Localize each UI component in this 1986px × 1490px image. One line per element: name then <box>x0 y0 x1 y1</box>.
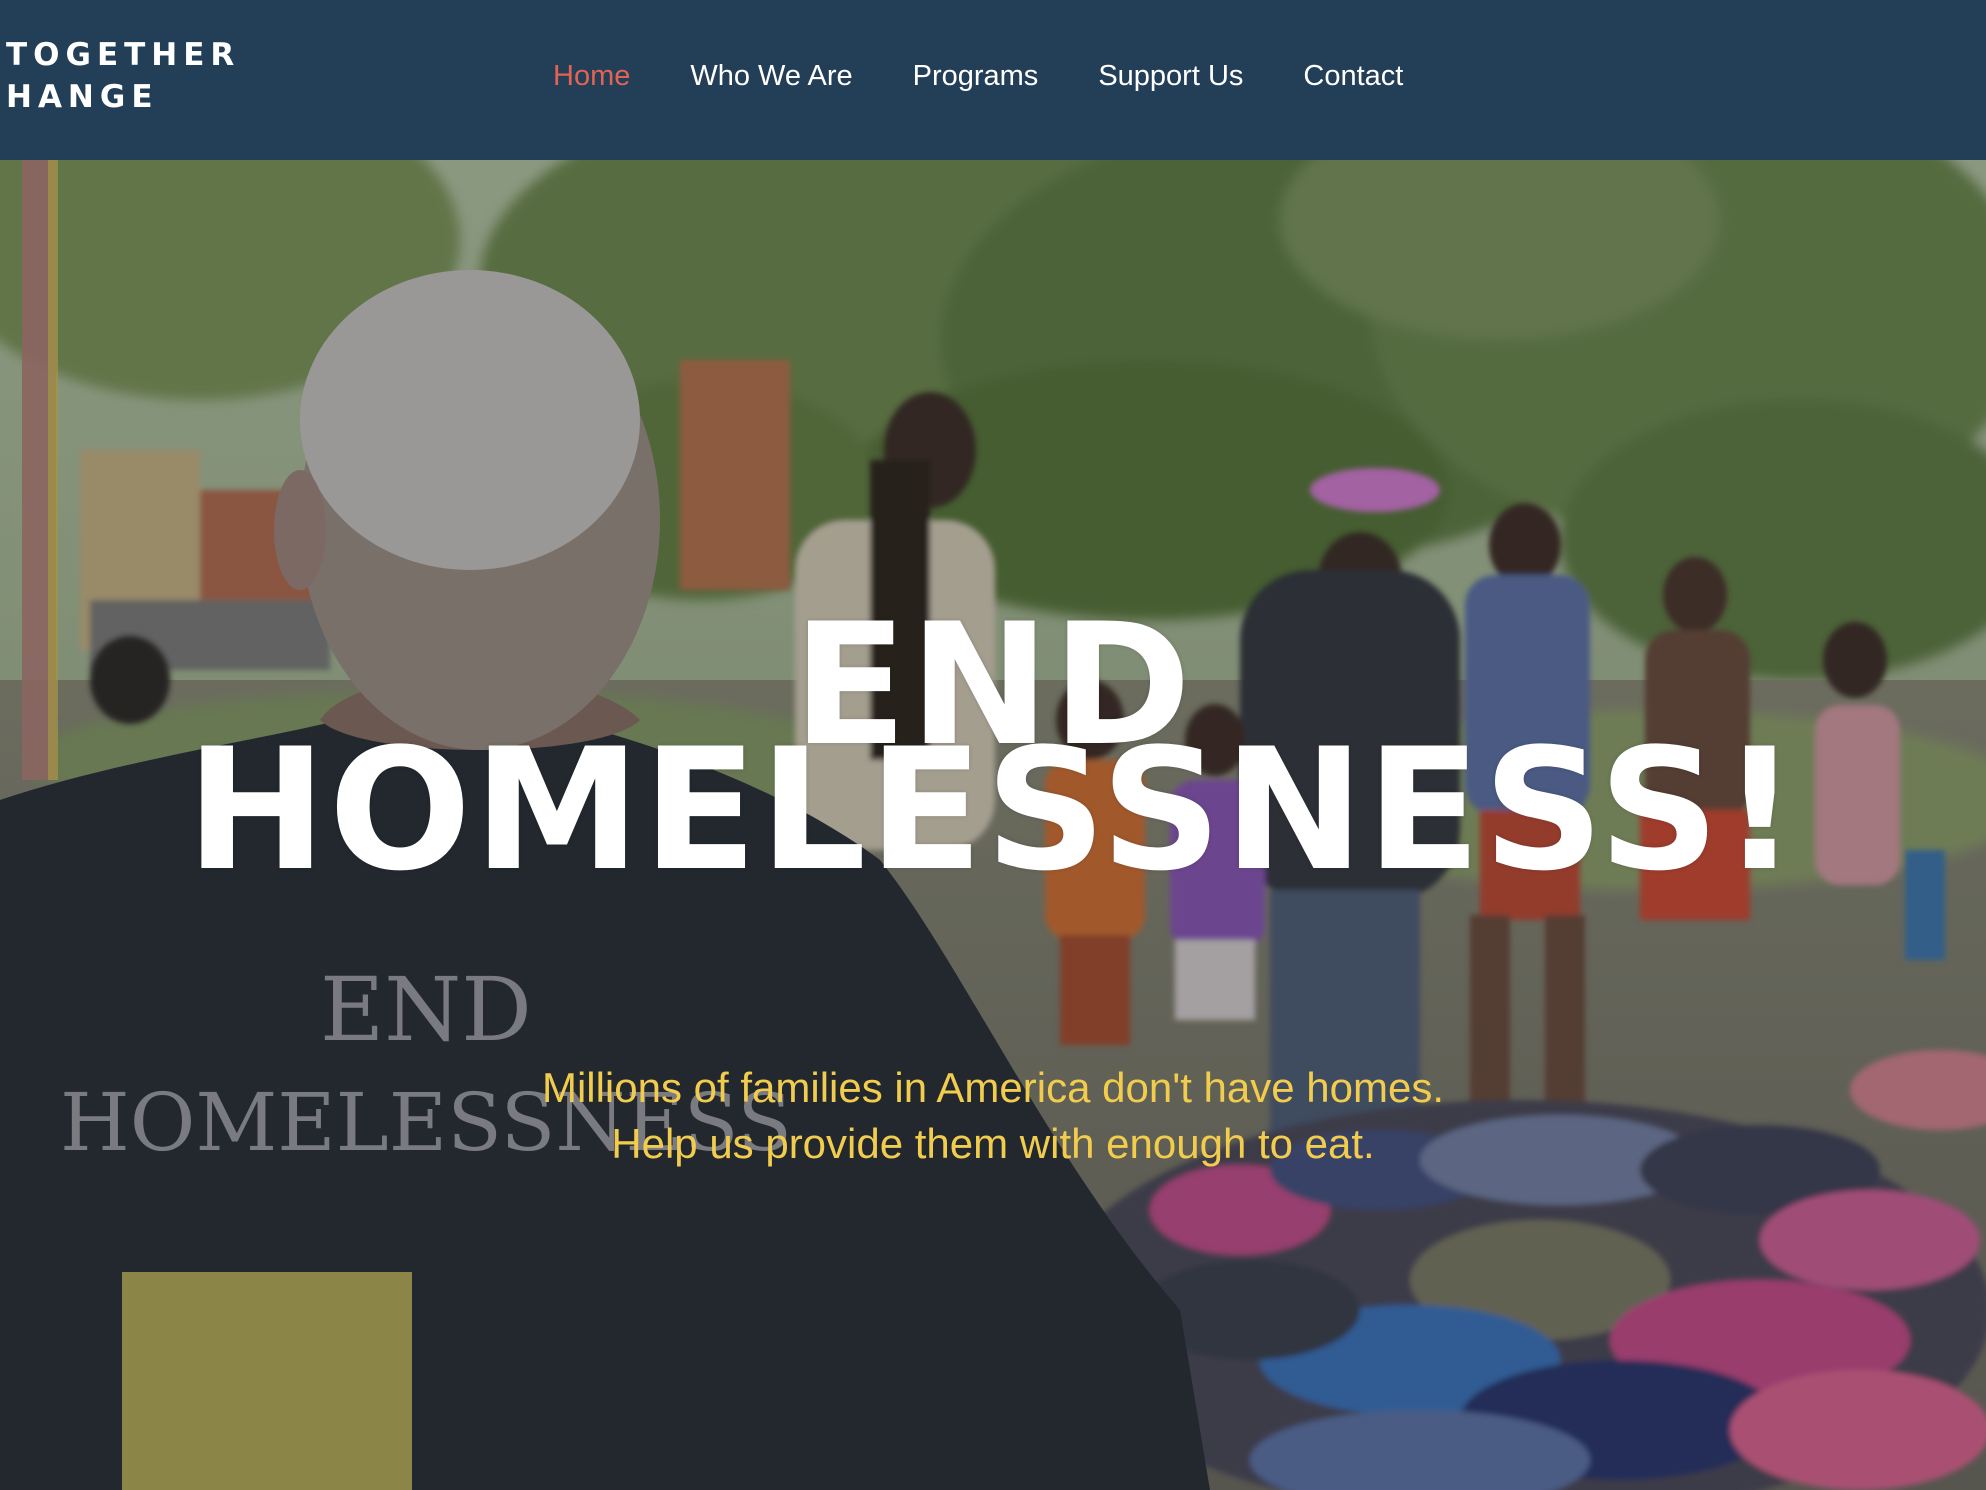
nav-who-we-are[interactable]: Who We Are <box>660 54 882 98</box>
hero-tagline-line-1: Millions of families in America don't ha… <box>541 1064 1445 1111</box>
hero-headline-line-2: HOMELESSNESS! <box>185 712 1801 908</box>
hero-tagline-line-2: Help us provide them with enough to eat. <box>611 1120 1375 1167</box>
site-header: TOGETHER HANGE Home Who We Are Programs … <box>0 0 1986 160</box>
main-nav: Home Who We Are Programs Support Us Cont… <box>523 54 1433 98</box>
logo-line-1: TOGETHER <box>6 37 241 73</box>
nav-support-us[interactable]: Support Us <box>1068 54 1273 98</box>
site-logo[interactable]: TOGETHER HANGE <box>6 34 240 118</box>
logo-line-2: HANGE <box>6 79 159 115</box>
page: TOGETHER HANGE Home Who We Are Programs … <box>0 0 1986 1490</box>
hero-section: END HOMELESSNESS END HOMELESSNESS! Milli… <box>0 160 1986 1490</box>
nav-home[interactable]: Home <box>523 54 660 98</box>
nav-contact[interactable]: Contact <box>1273 54 1433 98</box>
nav-programs[interactable]: Programs <box>883 54 1069 98</box>
